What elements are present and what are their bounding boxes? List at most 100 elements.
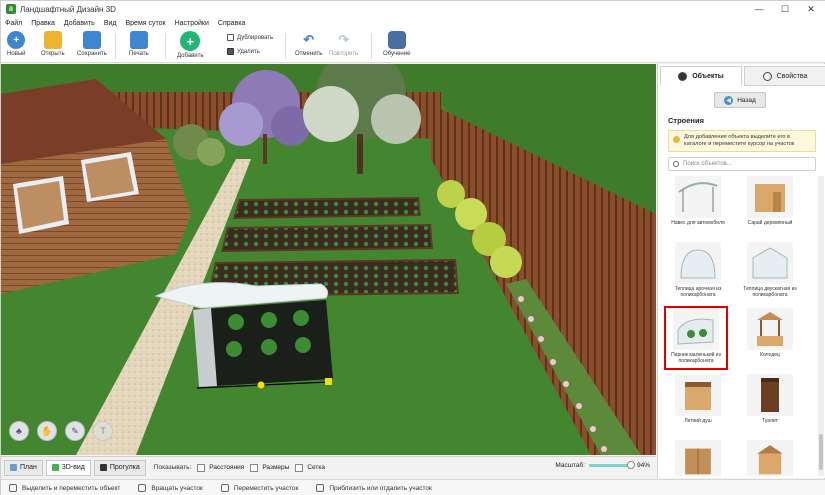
tab-plan-label: План xyxy=(20,464,37,471)
duplicate-button[interactable]: Дублировать xyxy=(227,34,273,41)
dimensions-checkbox[interactable]: Размеры xyxy=(250,463,289,472)
hint-box: Для добавления объекта выделите его в ка… xyxy=(668,130,816,152)
plan-icon xyxy=(10,464,17,471)
catalog-item-gable-greenhouse[interactable]: Теплица двускатная из поликарбоната xyxy=(738,242,802,306)
walking-person-icon xyxy=(99,464,107,471)
undo-arrow-icon: ↶ xyxy=(299,31,318,49)
tab-3d-view-label: 3D-вид xyxy=(61,464,85,471)
tab-properties-label: Свойства xyxy=(776,72,808,80)
menu-add[interactable]: Добавить xyxy=(64,20,95,27)
add-plus-icon: + xyxy=(180,31,201,51)
search-icon xyxy=(673,161,679,167)
scrollbar-thumb[interactable] xyxy=(819,434,823,470)
undo-label: Отменить xyxy=(295,51,323,57)
minimize-button[interactable]: — xyxy=(746,1,772,17)
text-tool-icon[interactable]: T xyxy=(93,421,113,441)
back-button[interactable]: ◀ Назад xyxy=(714,92,766,108)
status-move-plot: Переместить участок xyxy=(220,484,299,492)
catalog-item-coop[interactable] xyxy=(738,440,802,478)
arrow-left-icon: ◀ xyxy=(724,95,734,105)
save-button[interactable]: Сохранить xyxy=(77,31,107,57)
objects-icon xyxy=(678,71,688,81)
open-label: Открыть xyxy=(41,51,65,57)
tab-objects[interactable]: Объекты xyxy=(660,66,742,86)
new-label: Новый xyxy=(7,51,26,57)
grid-checkbox[interactable]: Сетка xyxy=(295,463,325,472)
save-label: Сохранить xyxy=(77,51,107,57)
menu-view[interactable]: Вид xyxy=(104,20,117,27)
plus-file-icon: + xyxy=(7,31,26,49)
add-button[interactable]: + Добавить xyxy=(177,31,204,59)
catalog-item-well[interactable]: Колодец xyxy=(738,308,802,372)
resize-handle xyxy=(325,378,332,385)
status-rotate: Вращать участок xyxy=(138,484,203,492)
woodshed-thumbnail xyxy=(675,440,721,476)
folder-icon xyxy=(43,31,62,49)
toolbar-divider xyxy=(165,33,166,59)
tab-properties[interactable]: Свойства xyxy=(744,66,825,86)
garden-bed xyxy=(235,199,419,217)
catalog-item-arched-greenhouse[interactable]: Теплица арочная из поликарбоната xyxy=(666,242,730,306)
menu-edit[interactable]: Правка xyxy=(31,20,55,27)
catalog-item-label: Парник маленький из поликарбоната xyxy=(671,352,721,364)
arched-greenhouse-thumbnail xyxy=(675,242,721,284)
catalog-item-carport[interactable]: Навес для автомобиля xyxy=(666,176,730,240)
tutorial-button[interactable]: Обучение xyxy=(383,31,410,57)
hint-text: Для добавления объекта выделите его в ка… xyxy=(684,134,795,147)
status-text: Переместить участок xyxy=(233,484,299,492)
menu-bar: Файл Правка Добавить Вид Время суток Нас… xyxy=(1,17,825,29)
lightbulb-icon xyxy=(673,136,680,143)
tutorial-label: Обучение xyxy=(383,51,411,57)
well-thumbnail xyxy=(747,308,793,350)
mouse-middle-icon xyxy=(220,484,229,492)
category-title: Строения xyxy=(668,116,704,125)
duplicate-label: Дублировать xyxy=(237,34,274,41)
status-select-move: Выделить и переместить объект xyxy=(9,484,120,492)
tab-plan[interactable]: План xyxy=(4,459,43,476)
distances-label: Расстояния xyxy=(209,464,245,471)
catalog-scrollbar[interactable] xyxy=(818,176,824,476)
catalog-item-toilet[interactable]: Туалет xyxy=(738,374,802,438)
3d-view-icon xyxy=(51,464,59,471)
title-bar: Ландшафтный Дизайн 3D — ☐ ✕ xyxy=(1,1,825,17)
print-button[interactable]: Печать xyxy=(129,31,149,57)
zoom-slider-knob[interactable] xyxy=(626,461,635,469)
garden-scene xyxy=(1,64,656,455)
walk-mode-icon[interactable]: ♣ xyxy=(9,421,29,441)
printer-icon xyxy=(129,31,148,49)
checkbox-box xyxy=(295,463,304,472)
toolbar-divider xyxy=(371,33,372,59)
catalog-item-label: Летний душ xyxy=(684,418,712,424)
undo-button[interactable]: ↶ Отменить xyxy=(295,31,322,57)
catalog-item-small-greenhouse[interactable]: Парник маленький из поликарбоната xyxy=(664,306,728,370)
3d-viewport[interactable]: ♣ ✋ ✎ T xyxy=(1,64,656,455)
catalog-item-wooden-shed[interactable]: Сарай деревянный xyxy=(738,176,802,240)
menu-file[interactable]: Файл xyxy=(5,20,22,27)
duplicate-icon xyxy=(227,34,234,41)
ruler-icon[interactable]: ✎ xyxy=(65,421,85,441)
menu-settings[interactable]: Настройки xyxy=(175,20,209,27)
catalog-item-woodshed[interactable] xyxy=(666,440,730,478)
menu-time-of-day[interactable]: Время суток xyxy=(125,20,165,27)
menu-help[interactable]: Справка xyxy=(218,20,245,27)
catalog-item-summer-shower[interactable]: Летний душ xyxy=(666,374,730,438)
catalog-item-label: Сарай деревянный xyxy=(747,220,793,226)
toolbar-divider xyxy=(285,33,286,59)
delete-button[interactable]: Удалить xyxy=(227,48,260,55)
redo-button[interactable]: ↷ Повторить xyxy=(329,31,358,57)
open-button[interactable]: Открыть xyxy=(41,31,65,57)
rotate-handle xyxy=(257,381,265,389)
tab-3d-view[interactable]: 3D-вид xyxy=(45,459,91,476)
close-button[interactable]: ✕ xyxy=(798,1,824,17)
zoom-slider[interactable] xyxy=(588,461,635,469)
zoom-control: Масштаб: 94% xyxy=(555,461,650,469)
grid-label: Сетка xyxy=(307,464,325,471)
maximize-button[interactable]: ☐ xyxy=(772,1,798,17)
distances-checkbox[interactable]: Расстояния xyxy=(197,463,245,472)
pan-hand-icon[interactable]: ✋ xyxy=(37,421,57,441)
object-search-input[interactable]: Поиск объектов... xyxy=(668,157,816,171)
shower-thumbnail xyxy=(675,374,721,416)
tab-walk[interactable]: Прогулка xyxy=(93,459,146,476)
new-button[interactable]: + Новый xyxy=(7,31,26,57)
mouse-left-icon xyxy=(9,484,17,492)
